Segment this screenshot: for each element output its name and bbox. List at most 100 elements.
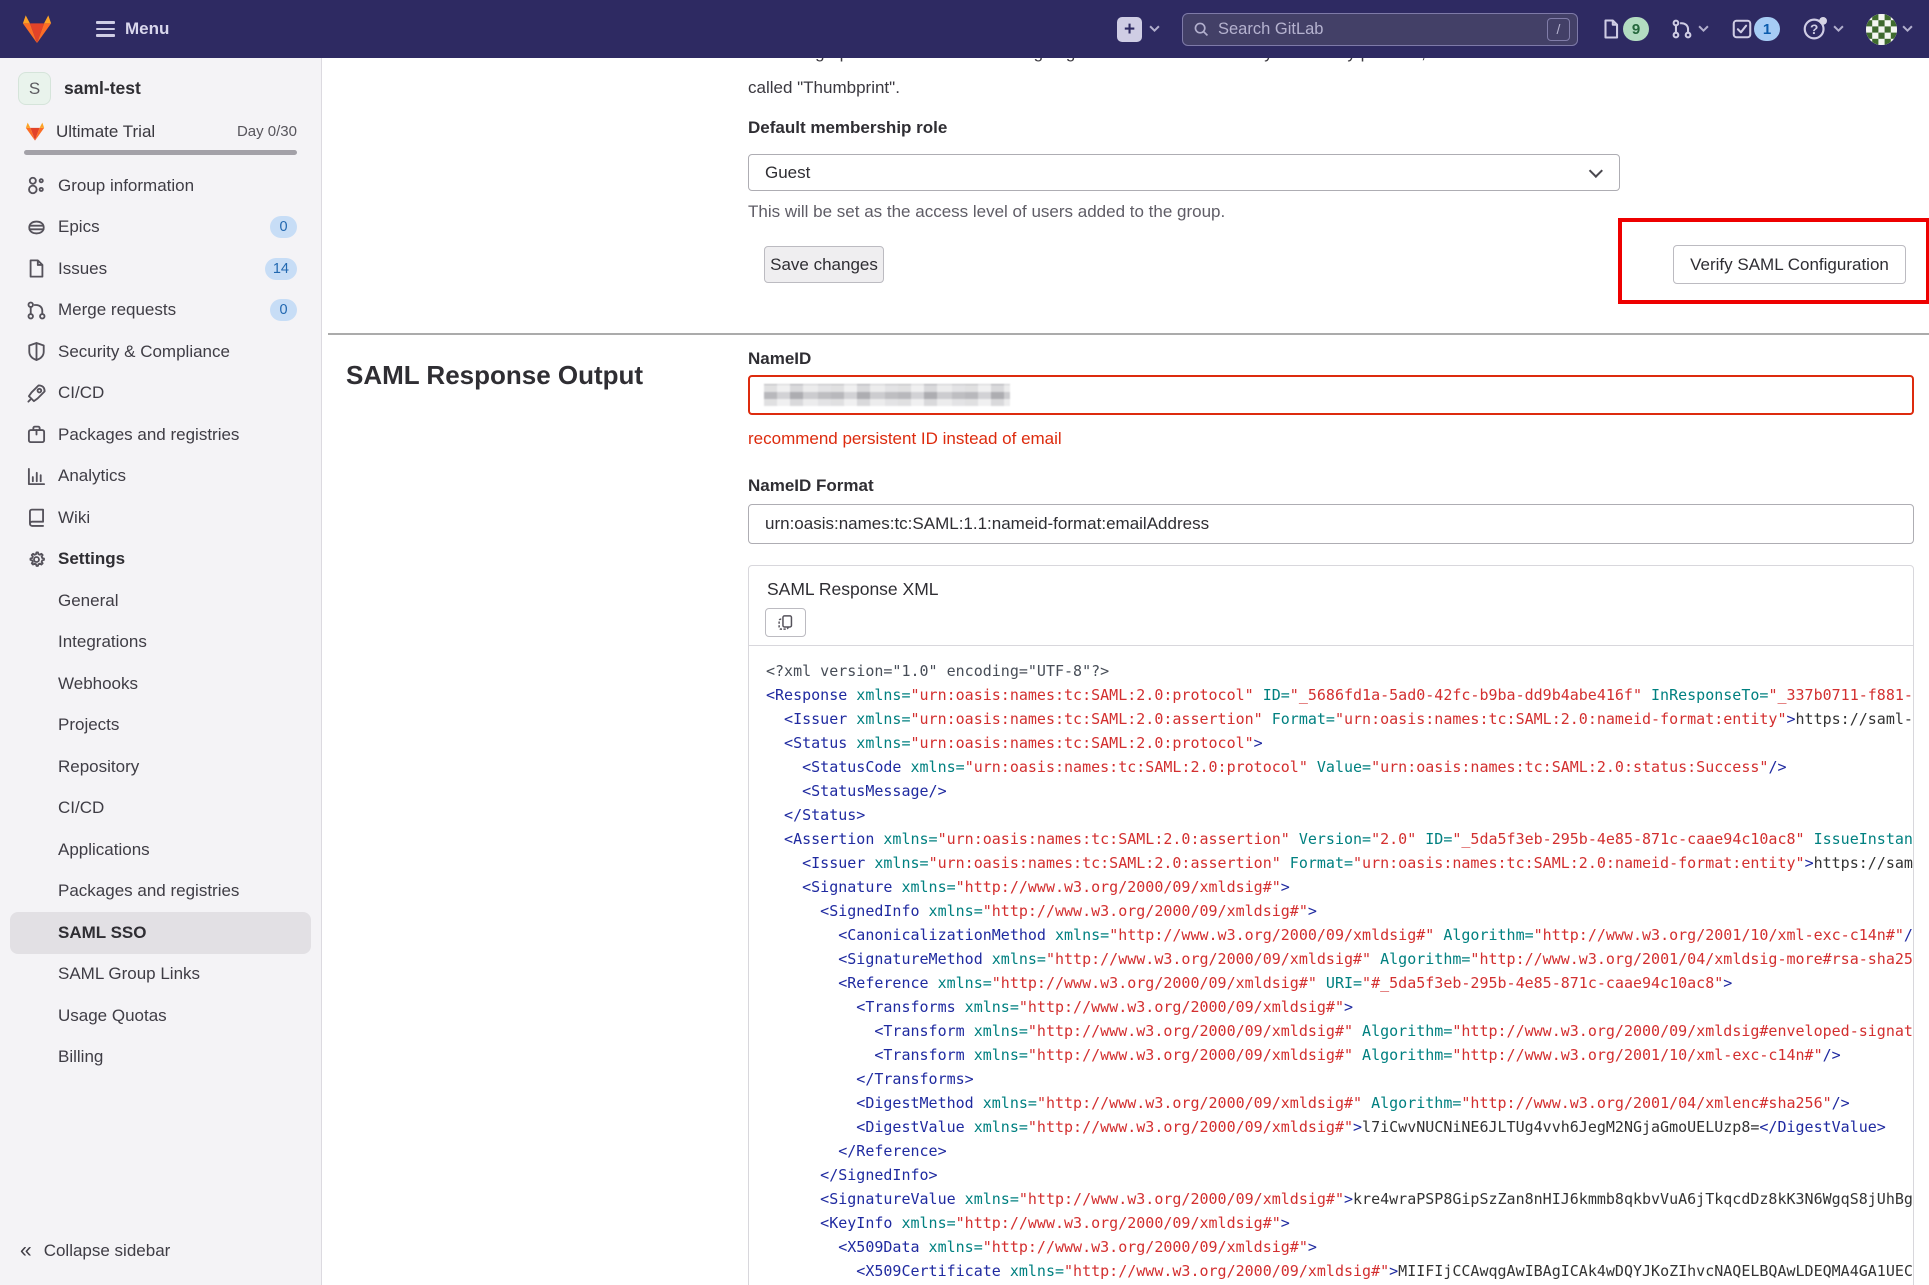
sidebar-item-merge-requests[interactable]: Merge requests 0: [0, 290, 321, 332]
chevron-down-icon: [1902, 25, 1913, 33]
membership-role-select[interactable]: Guest: [748, 154, 1620, 191]
sidebar-item-general[interactable]: General: [0, 580, 321, 622]
tanuki-trial-icon: [25, 122, 45, 141]
sidebar-item-webhooks[interactable]: Webhooks: [0, 663, 321, 705]
sidebar-item-group-information[interactable]: Group information: [0, 165, 321, 207]
rocket-icon: [26, 383, 47, 404]
sidebar-item-analytics[interactable]: Analytics: [0, 456, 321, 498]
nameid-error-text: recommend persistent ID instead of email: [748, 429, 1062, 448]
slash-shortcut-key: /: [1547, 17, 1570, 41]
chevron-down-icon: [1149, 25, 1160, 33]
issues-icon: [26, 258, 47, 279]
sidebar-item-projects[interactable]: Projects: [0, 705, 321, 747]
sidebar-item-saml-sso[interactable]: SAML SSO: [10, 912, 311, 954]
save-changes-button[interactable]: Save changes: [764, 246, 884, 283]
collapse-sidebar-button[interactable]: « Collapse sidebar: [0, 1230, 321, 1271]
issues-count-badge: 9: [1623, 17, 1649, 41]
new-item-dropdown[interactable]: +: [1117, 16, 1160, 42]
collapse-sidebar-label: Collapse sidebar: [43, 1240, 171, 1260]
group-avatar: S: [18, 72, 51, 105]
merge-requests-dropdown[interactable]: [1671, 18, 1709, 40]
sidebar-item-epics[interactable]: Epics 0: [0, 207, 321, 249]
membership-role-label: Default membership role: [748, 118, 948, 137]
book-icon: [26, 507, 47, 528]
trial-status[interactable]: Ultimate Trial Day 0/30: [24, 121, 297, 142]
sidebar-item-repository[interactable]: Repository: [0, 746, 321, 788]
clipboard-copy-icon: [778, 615, 793, 630]
nameid-format-label: NameID Format: [748, 476, 874, 495]
help-dropdown[interactable]: ?: [1802, 16, 1844, 42]
user-menu[interactable]: [1866, 13, 1913, 45]
verify-saml-configuration-button[interactable]: Verify SAML Configuration: [1673, 245, 1906, 284]
collapse-chevrons-icon: «: [20, 1239, 32, 1262]
trial-label: Ultimate Trial: [56, 121, 156, 141]
sidebar-item-billing[interactable]: Billing: [0, 1037, 321, 1079]
sidebar-item-settings[interactable]: Settings: [0, 539, 321, 581]
saml-response-xml-card: SAML Response XML <?xml version="1.0" en…: [748, 565, 1914, 1285]
issues-dashboard-button[interactable]: 9: [1600, 17, 1649, 41]
sidebar-item-issues[interactable]: Issues 14: [0, 248, 321, 290]
chart-icon: [26, 466, 47, 487]
sidebar-item-wiki[interactable]: Wiki: [0, 497, 321, 539]
gitlab-logo-icon[interactable]: [20, 13, 54, 45]
merge-request-icon: [26, 300, 47, 321]
membership-role-help: This will be set as the access level of …: [748, 202, 1226, 221]
top-navbar: Menu + / 9: [0, 0, 1929, 58]
saml-response-xml-code: <?xml version="1.0" encoding="UTF-8"?> <R…: [766, 662, 1913, 1280]
section-divider: [328, 333, 1929, 335]
page-title: SAML Response Output: [346, 360, 644, 390]
sidebar-item-packages[interactable]: Packages and registries: [0, 414, 321, 456]
svg-text:?: ?: [1810, 22, 1818, 37]
hamburger-icon: [96, 21, 115, 37]
shield-icon: [26, 341, 47, 362]
group-name: saml-test: [64, 78, 141, 98]
todos-button[interactable]: 1: [1731, 17, 1780, 41]
search-icon: [1194, 22, 1209, 36]
issues-icon: [1604, 19, 1619, 39]
saml-fingerprint-help-line2: called "Thumbprint".: [748, 78, 900, 97]
package-icon: [26, 424, 47, 445]
gear-icon: [26, 549, 47, 570]
plus-icon: +: [1117, 16, 1142, 42]
nameid-label: NameID: [748, 349, 812, 368]
merge-requests-count-badge: 0: [270, 299, 297, 322]
search-input[interactable]: [1210, 19, 1547, 39]
global-search[interactable]: /: [1182, 12, 1578, 46]
issues-count-badge: 14: [264, 257, 297, 280]
notification-dot: [1819, 17, 1827, 25]
group-header[interactable]: S saml-test: [0, 58, 321, 105]
main-content: SHA1 fingerprint of the SAML token signi…: [322, 0, 1929, 1285]
trial-progress-bar: [24, 150, 297, 155]
group-information-icon: [26, 175, 47, 196]
redacted-email-value: [764, 384, 1010, 406]
sidebar-item-integrations[interactable]: Integrations: [0, 622, 321, 664]
menu-button[interactable]: Menu: [96, 19, 169, 39]
todos-count-badge: 1: [1754, 17, 1780, 41]
sidebar-item-security-compliance[interactable]: Security & Compliance: [0, 331, 321, 373]
todo-check-icon: [1732, 19, 1752, 39]
chevron-down-icon: [1698, 25, 1709, 33]
membership-role-value: Guest: [765, 162, 811, 182]
sidebar-item-packages-settings[interactable]: Packages and registries: [0, 871, 321, 913]
xml-card-title: SAML Response XML: [767, 579, 939, 599]
nameid-format-field-wrap: [748, 504, 1914, 544]
copy-to-clipboard-button[interactable]: [765, 608, 806, 637]
sidebar-item-saml-group-links[interactable]: SAML Group Links: [0, 954, 321, 996]
sidebar-item-applications[interactable]: Applications: [0, 829, 321, 871]
trial-day-counter: Day 0/30: [236, 123, 297, 140]
nameid-format-input[interactable]: [748, 504, 1914, 544]
sidebar: S saml-test Ultimate Trial Day 0/30 Grou…: [0, 58, 322, 1285]
epics-count-badge: 0: [270, 216, 297, 239]
merge-request-icon: [1672, 19, 1692, 39]
help-icon: ?: [1803, 17, 1827, 40]
sidebar-item-cicd-settings[interactable]: CI/CD: [0, 788, 321, 830]
chevron-down-icon: [1833, 25, 1844, 33]
nameid-field-wrap: [748, 375, 1914, 415]
chevron-down-icon: [1588, 163, 1603, 178]
epics-icon: [26, 217, 47, 238]
menu-label: Menu: [125, 19, 170, 38]
avatar: [1866, 13, 1897, 45]
sidebar-item-usage-quotas[interactable]: Usage Quotas: [0, 995, 321, 1037]
sidebar-nav: Group information Epics 0 Issues 14 Merg…: [0, 165, 321, 1078]
sidebar-item-cicd[interactable]: CI/CD: [0, 373, 321, 415]
